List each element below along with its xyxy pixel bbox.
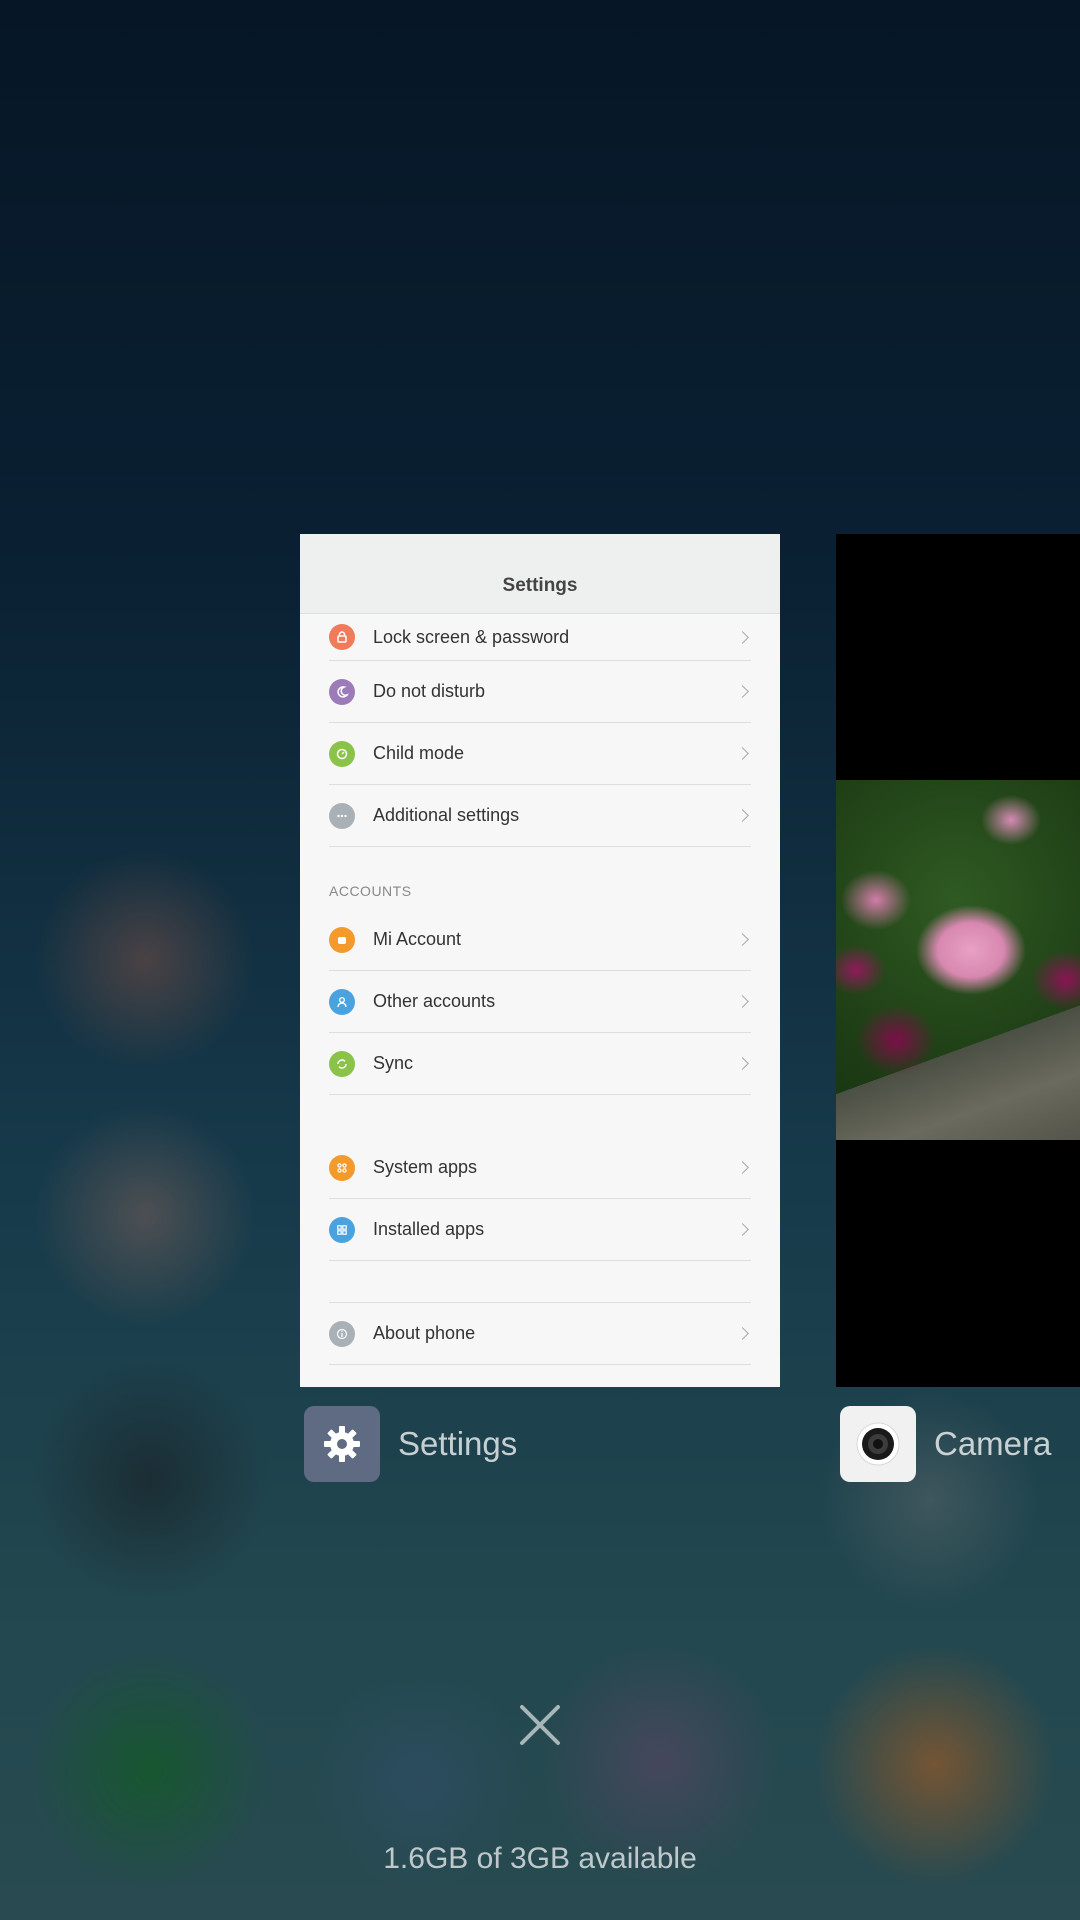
chevron-right-icon bbox=[736, 1327, 749, 1340]
settings-list: Lock screen & password Do not disturb Ch… bbox=[300, 614, 780, 1365]
camera-preview-photo bbox=[836, 780, 1080, 1140]
chevron-right-icon bbox=[736, 995, 749, 1008]
row-label: Additional settings bbox=[373, 805, 520, 825]
row-label: System apps bbox=[373, 1157, 478, 1177]
settings-row-system-apps[interactable]: System apps bbox=[329, 1137, 751, 1199]
settings-row-lock-screen[interactable]: Lock screen & password bbox=[329, 614, 751, 661]
clear-all-button[interactable] bbox=[510, 1695, 570, 1755]
settings-row-other-accounts[interactable]: Other accounts bbox=[329, 971, 751, 1033]
settings-row-about-phone[interactable]: About phone bbox=[329, 1303, 751, 1365]
moon-icon bbox=[329, 678, 355, 705]
lock-icon bbox=[329, 624, 355, 650]
grid-icon bbox=[329, 1154, 355, 1181]
settings-row-mi-account[interactable]: Mi Account bbox=[329, 909, 751, 971]
section-spacer bbox=[329, 1261, 751, 1303]
row-label: Mi Account bbox=[373, 929, 462, 949]
user-icon bbox=[329, 988, 355, 1015]
settings-app-card[interactable]: Settings Lock screen & password Do not d… bbox=[300, 534, 780, 1387]
chevron-right-icon bbox=[736, 1057, 749, 1070]
settings-row-do-not-disturb[interactable]: Do not disturb bbox=[329, 661, 751, 723]
camera-app-card[interactable] bbox=[836, 534, 1080, 1387]
camera-lens-icon bbox=[840, 1406, 916, 1482]
row-label: About phone bbox=[373, 1323, 476, 1343]
row-label: Child mode bbox=[373, 743, 465, 763]
sync-icon bbox=[329, 1050, 355, 1077]
row-label: Installed apps bbox=[373, 1219, 485, 1239]
settings-row-additional-settings[interactable]: Additional settings bbox=[329, 785, 751, 847]
child-mode-icon bbox=[329, 740, 355, 767]
settings-app-label[interactable]: Settings bbox=[304, 1406, 517, 1482]
settings-gear-icon bbox=[304, 1406, 380, 1482]
row-label: Sync bbox=[373, 1053, 414, 1073]
close-icon bbox=[520, 1705, 560, 1745]
chevron-right-icon bbox=[736, 933, 749, 946]
chevron-right-icon bbox=[736, 1223, 749, 1236]
camera-app-name: Camera bbox=[934, 1425, 1052, 1462]
camera-app-label[interactable]: Camera bbox=[840, 1406, 1051, 1482]
settings-app-name: Settings bbox=[398, 1425, 518, 1462]
accounts-section-header: ACCOUNTS bbox=[329, 883, 412, 899]
settings-row-sync[interactable]: Sync bbox=[329, 1033, 751, 1095]
settings-row-child-mode[interactable]: Child mode bbox=[329, 723, 751, 785]
row-label: Other accounts bbox=[373, 991, 496, 1011]
apps-icon bbox=[329, 1216, 355, 1243]
chevron-right-icon bbox=[736, 630, 749, 644]
chevron-right-icon bbox=[736, 747, 749, 760]
chevron-right-icon bbox=[736, 1161, 749, 1174]
chevron-right-icon bbox=[736, 685, 749, 698]
settings-title: Settings bbox=[502, 575, 578, 596]
chevron-right-icon bbox=[736, 809, 749, 822]
settings-row-installed-apps[interactable]: Installed apps bbox=[329, 1199, 751, 1261]
memory-status: 1.6GB of 3GB available bbox=[383, 1842, 697, 1875]
more-icon bbox=[329, 802, 355, 829]
row-label: Lock screen & password bbox=[373, 626, 570, 647]
row-label: Do not disturb bbox=[373, 681, 486, 701]
info-icon bbox=[329, 1320, 355, 1347]
mi-icon bbox=[329, 926, 355, 953]
settings-header: Settings bbox=[300, 534, 780, 614]
